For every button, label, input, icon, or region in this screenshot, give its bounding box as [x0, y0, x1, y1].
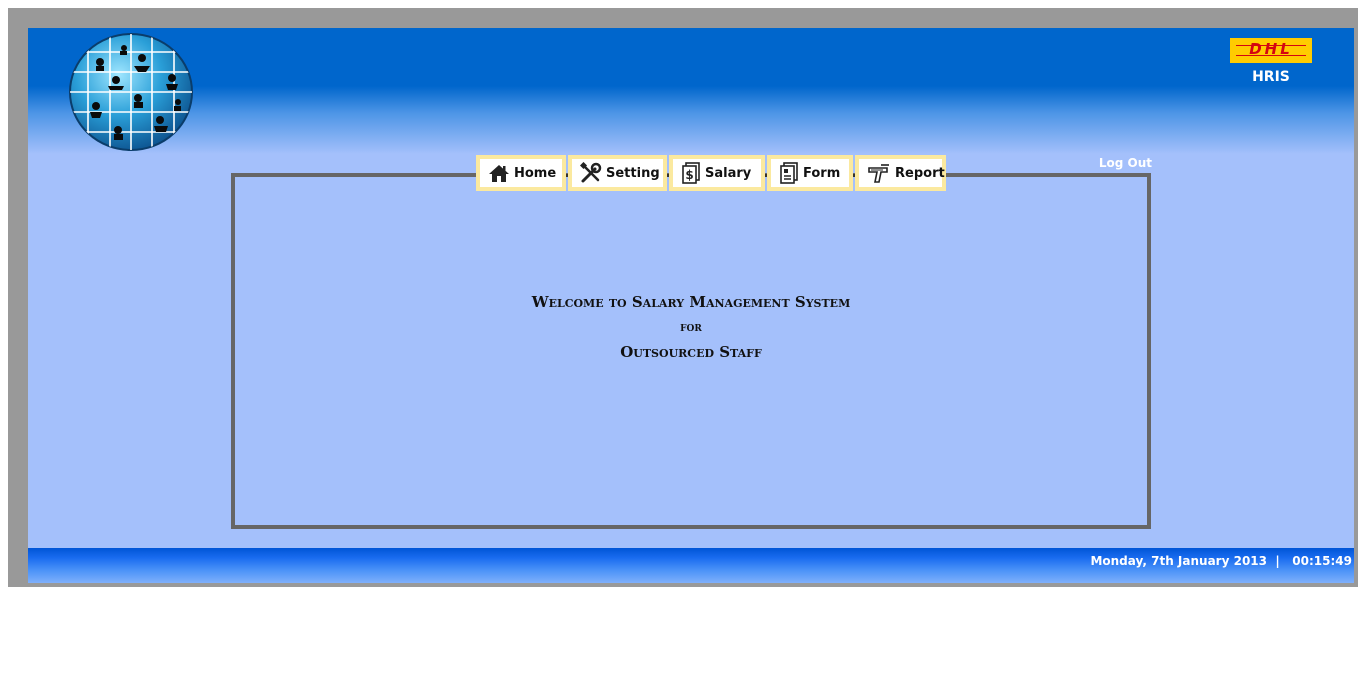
page-container: DHL HRIS Log Out Home Setting $ Salary F… [28, 28, 1354, 583]
footer-bar: Monday, 7th January 2013 | 00:15:49 [28, 548, 1354, 583]
logout-link[interactable]: Log Out [1092, 156, 1152, 170]
svg-text:$: $ [685, 168, 693, 182]
tab-form[interactable]: Form [767, 155, 853, 191]
welcome-subtitle: Outsourced Staff [620, 343, 762, 361]
tab-setting[interactable]: Setting [568, 155, 667, 191]
header-banner: DHL HRIS [28, 28, 1354, 154]
current-date: Monday, 7th January 2013 [1090, 554, 1267, 568]
tab-salary[interactable]: $ Salary [669, 155, 765, 191]
tab-home-label: Home [514, 165, 557, 181]
dollar-document-icon: $ [682, 162, 700, 184]
tab-report-label: Report [895, 165, 945, 181]
home-icon [489, 165, 509, 182]
system-name: HRIS [1252, 69, 1290, 85]
tab-form-label: Form [803, 165, 841, 181]
dhl-logo: DHL [1230, 38, 1312, 63]
welcome-title: Welcome to Salary Management System [531, 293, 851, 311]
globe-logo-icon [69, 33, 193, 151]
tab-salary-label: Salary [705, 165, 752, 181]
tab-setting-label: Setting [606, 165, 660, 181]
dhl-logo-text: DHL [1249, 40, 1293, 58]
tab-report[interactable]: Report [855, 155, 946, 191]
current-time: 00:15:49 [1292, 554, 1352, 568]
report-icon [868, 164, 889, 183]
datetime-separator: | [1275, 554, 1280, 568]
welcome-message: Welcome to Salary Management System for … [231, 290, 1151, 365]
tools-icon [580, 162, 602, 183]
date-time-display: Monday, 7th January 2013 | 00:15:49 [1090, 554, 1352, 568]
outer-frame: DHL HRIS Log Out Home Setting $ Salary F… [8, 8, 1358, 587]
form-document-icon [780, 162, 798, 184]
tab-home[interactable]: Home [476, 155, 566, 191]
welcome-connector: for [680, 320, 702, 335]
